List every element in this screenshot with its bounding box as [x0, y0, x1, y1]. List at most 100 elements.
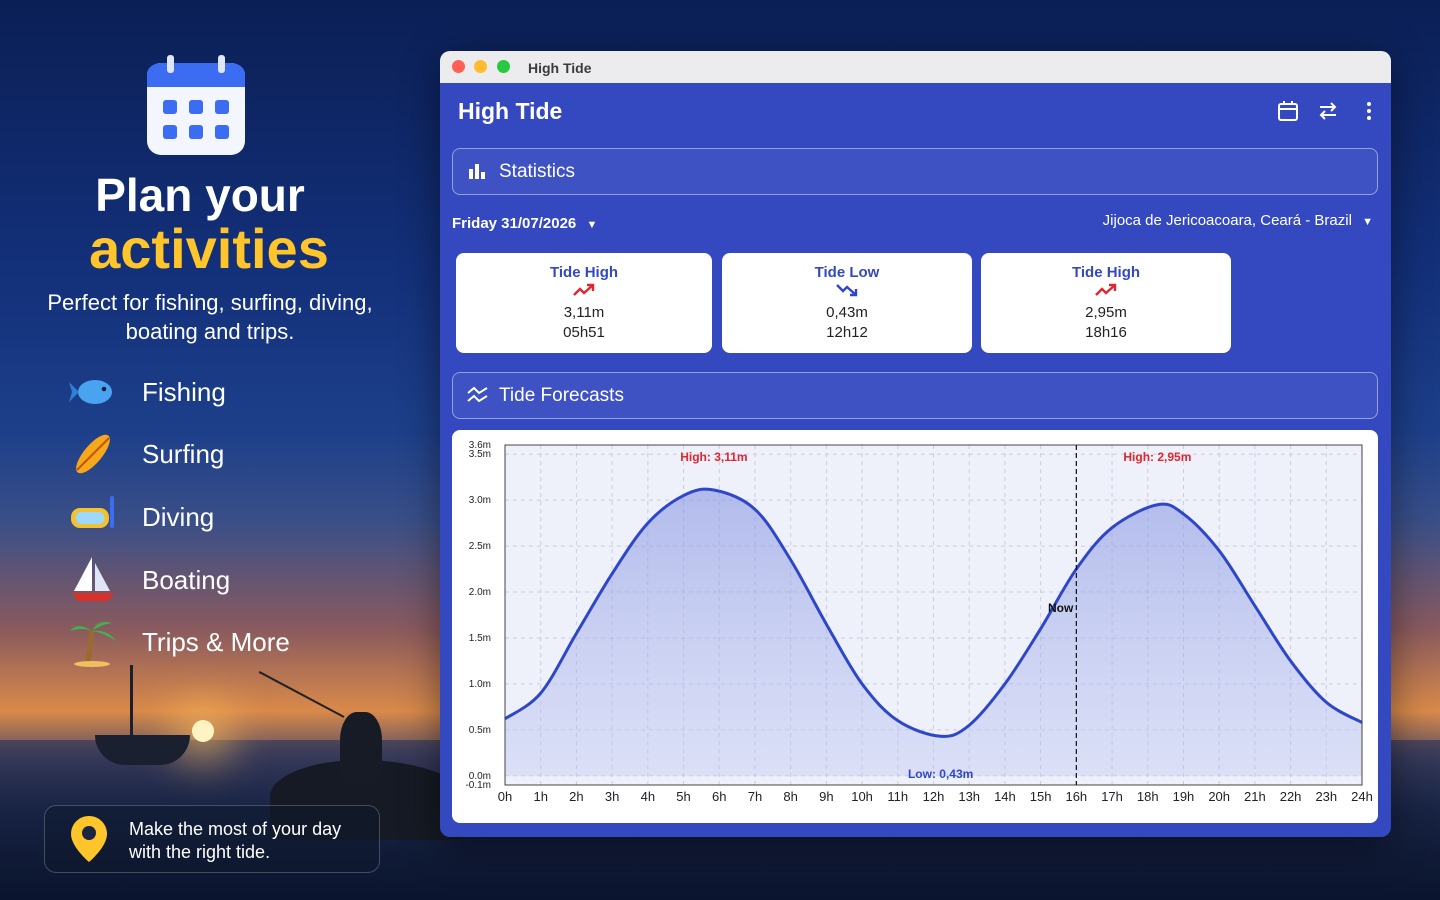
more-vert-icon[interactable] [1357, 99, 1381, 123]
x-tick-label: 19h [1173, 789, 1195, 804]
fish-icon [69, 380, 112, 404]
location-pin-icon [71, 816, 107, 862]
y-tick-label: 3.0m [469, 495, 491, 506]
chevron-down-icon: ▼ [586, 219, 598, 231]
tide-card-time: 05h51 [563, 324, 605, 341]
tide-card: Tide High 2,95m 18h16 [981, 253, 1231, 353]
y-tick-label: 1.5m [469, 633, 491, 644]
tide-card: Tide Low 0,43m 12h12 [722, 253, 972, 353]
activity-label: Boating [142, 565, 231, 595]
x-tick-label: 6h [712, 789, 726, 804]
x-tick-label: 8h [783, 789, 797, 804]
tide-card-title: Tide High [1071, 264, 1141, 281]
date-selector[interactable]: Friday 31/07/2026 ▼ [452, 215, 597, 232]
sailboat-icon [72, 557, 114, 601]
trend-down-icon [836, 284, 858, 297]
x-tick-label: 12h [923, 789, 945, 804]
minimize-window-button[interactable] [474, 60, 487, 73]
x-tick-label: 18h [1137, 789, 1159, 804]
activity-diving: Diving [68, 492, 388, 542]
app-bar: High Tide [440, 83, 1391, 139]
bar-chart-icon [469, 164, 485, 179]
window-title: High Tide [528, 60, 592, 76]
y-tick-label: 1.0m [469, 679, 491, 690]
activity-trips: Trips & More [68, 617, 388, 667]
x-tick-label: 0h [498, 789, 512, 804]
x-tick-label: 16h [1065, 789, 1087, 804]
app-title: High Tide [458, 98, 563, 124]
activity-fishing: Fishing [68, 367, 388, 417]
tide-card-height: 3,11m [563, 304, 605, 321]
activity-label: Trips & More [142, 627, 290, 657]
tide-forecasts-label: Tide Forecasts [499, 385, 624, 406]
x-tick-label: 2h [569, 789, 583, 804]
tide-chart: Now High: 3,11m Low: 0,43m High: 2,95m 0h 1h 2… [465, 440, 1373, 804]
x-tick-label: 3h [605, 789, 619, 804]
x-tick-label: 17h [1101, 789, 1123, 804]
tide-annotation: Low: 0,43m [908, 767, 973, 781]
activity-boating: Boating [68, 555, 388, 605]
cta-line-2: with the right tide. [129, 842, 271, 862]
now-label: Now [1048, 601, 1074, 615]
fisherman-silhouette [340, 712, 382, 782]
activity-surfing: Surfing [68, 429, 388, 479]
headline-activities: activities [89, 217, 329, 280]
tide-annotation: High: 2,95m [1123, 450, 1191, 464]
x-tick-label: 1h [533, 789, 547, 804]
location-selector[interactable]: Jijoca de Jericoacoara, Ceará - Brazil ▼ [1103, 212, 1373, 229]
chevron-down-icon: ▼ [1362, 216, 1373, 228]
calendar-app-icon [147, 55, 245, 155]
x-tick-label: 21h [1244, 789, 1266, 804]
tide-card: Tide High 3,11m 05h51 [456, 253, 712, 353]
window-titlebar: High Tide [440, 51, 1391, 83]
x-tick-label: 5h [676, 789, 690, 804]
statistics-label: Statistics [499, 161, 576, 182]
location-value: Jijoca de Jericoacoara, Ceará - Brazil [1102, 212, 1352, 229]
x-tick-label: 23h [1315, 789, 1337, 804]
fishing-rod [258, 671, 345, 718]
y-tick-label: 0.5m [469, 725, 491, 736]
x-tick-label: 15h [1030, 789, 1052, 804]
activity-label: Surfing [142, 439, 225, 469]
x-tick-label: 24h [1351, 789, 1373, 804]
promo-subtitle: Perfect for fishing, surfing, diving, bo… [47, 290, 373, 344]
close-window-button[interactable] [452, 60, 465, 73]
tide-forecasts-header[interactable]: Tide Forecasts [452, 372, 1378, 419]
x-tick-label: 13h [958, 789, 980, 804]
statistics-header[interactable]: Statistics [452, 148, 1378, 195]
headline-plan: Plan your [95, 169, 305, 221]
sailboat-silhouette [95, 735, 190, 765]
y-tick-label: 2.5m [469, 541, 491, 552]
x-tick-label: 9h [819, 789, 833, 804]
y-tick-label: 0.0m [469, 771, 491, 782]
cta-text: Make the most of your day with the right… [129, 818, 341, 864]
palm-tree-icon [70, 622, 116, 667]
activity-label: Diving [142, 502, 215, 532]
sunset-sun [192, 720, 214, 742]
x-tick-label: 22h [1280, 789, 1302, 804]
x-tick-label: 11h [887, 789, 908, 804]
x-tick-label: 14h [994, 789, 1016, 804]
cta-line-1: Make the most of your day [129, 819, 342, 839]
x-tick-label: 10h [851, 789, 873, 804]
tide-annotation: High: 3,11m [680, 450, 747, 464]
tide-card-time: 12h12 [826, 324, 868, 341]
diving-mask-icon [71, 496, 114, 528]
tide-chart-panel: Now High: 3,11m Low: 0,43m High: 2,95m 0h 1h 2… [452, 430, 1378, 823]
y-tick-label: 2.0m [469, 587, 491, 598]
tide-card-height: 0,43m [826, 304, 868, 321]
zoom-window-button[interactable] [497, 60, 510, 73]
date-value: Friday 31/07/2026 [452, 215, 577, 232]
x-tick-label: 4h [641, 789, 655, 804]
promo-cta-banner: Make the most of your day with the right… [44, 805, 380, 873]
activity-label: Fishing [142, 377, 226, 407]
surfboard-icon [76, 434, 110, 474]
calendar-icon[interactable] [1276, 99, 1300, 123]
trend-up-icon [1095, 283, 1117, 296]
tide-card-time: 18h16 [1085, 324, 1127, 341]
boat-mast [130, 665, 133, 740]
swap-icon[interactable] [1316, 99, 1340, 123]
app-window: High Tide High Tide Statistics Friday 31… [440, 51, 1391, 837]
tide-card-height: 2,95m [1085, 304, 1127, 321]
wave-trend-icon [467, 386, 488, 403]
